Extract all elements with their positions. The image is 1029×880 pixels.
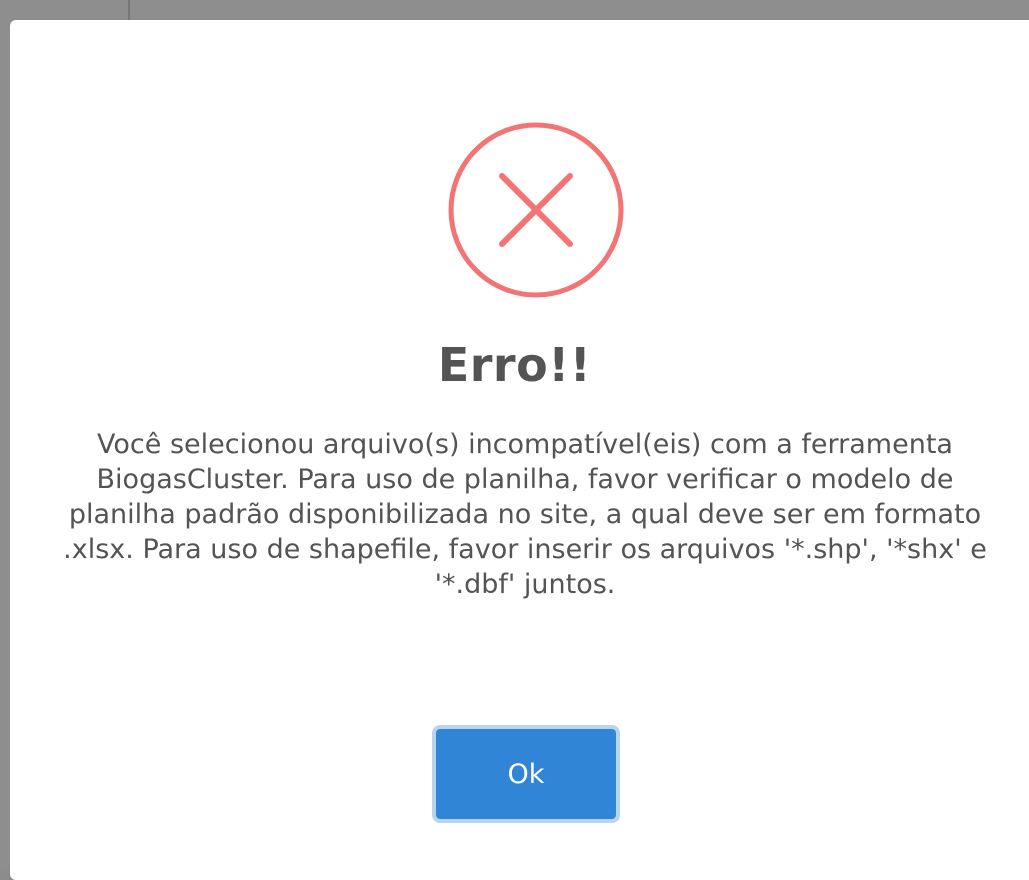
x-circle-icon [448, 122, 624, 298]
dialog-title: Erro!! [437, 338, 592, 392]
error-icon [446, 120, 626, 300]
ok-button-label: Ok [436, 729, 616, 819]
ok-button[interactable]: Ok [432, 725, 620, 823]
background-divider [128, 0, 130, 20]
dialog-message: Você selecionou arquivo(s) incompatível(… [63, 429, 987, 600]
